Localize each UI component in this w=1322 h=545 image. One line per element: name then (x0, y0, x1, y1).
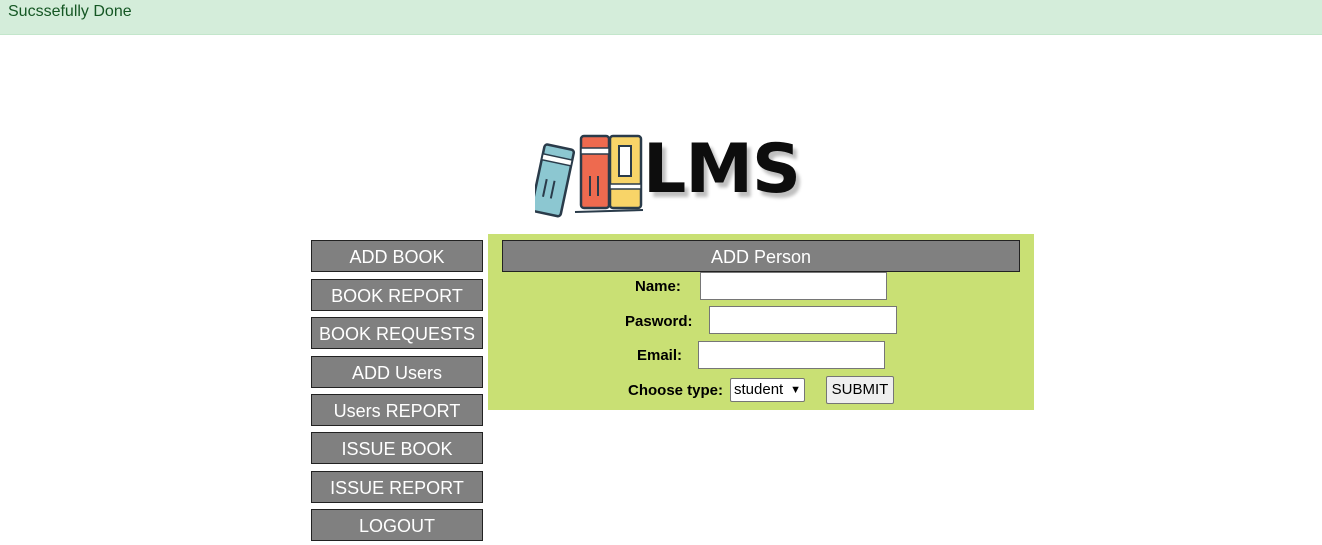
type-select-value: student (734, 381, 784, 398)
add-book-button[interactable]: ADD BOOK (311, 240, 483, 272)
alert-message: Sucssefully Done (8, 3, 132, 20)
logout-button[interactable]: LOGOUT (311, 509, 483, 541)
name-label: Name: (635, 278, 681, 295)
add-person-panel: ADD Person Name: Pasword: Email: Choose … (488, 234, 1034, 410)
users-report-button[interactable]: Users REPORT (311, 394, 483, 426)
panel-title: ADD Person (502, 240, 1020, 272)
password-field[interactable] (709, 306, 897, 334)
issue-report-button[interactable]: ISSUE REPORT (311, 471, 483, 503)
chevron-down-icon: ▼ (790, 384, 801, 396)
book-report-button[interactable]: BOOK REPORT (311, 279, 483, 311)
books-logo-icon (535, 134, 644, 218)
success-alert: Sucssefully Done (0, 0, 1322, 35)
logo-text: LMS (643, 130, 801, 209)
add-users-button[interactable]: ADD Users (311, 356, 483, 388)
submit-button[interactable]: SUBMIT (826, 376, 894, 404)
email-label: Email: (637, 347, 683, 364)
lms-logo: LMS (535, 124, 815, 219)
name-field[interactable] (700, 272, 887, 300)
issue-book-button[interactable]: ISSUE BOOK (311, 432, 483, 464)
email-field[interactable] (698, 341, 885, 369)
password-label: Pasword: (625, 313, 693, 330)
type-select[interactable]: student ▼ (730, 378, 805, 402)
type-label: Choose type: (628, 382, 724, 399)
book-requests-button[interactable]: BOOK REQUESTS (311, 317, 483, 349)
